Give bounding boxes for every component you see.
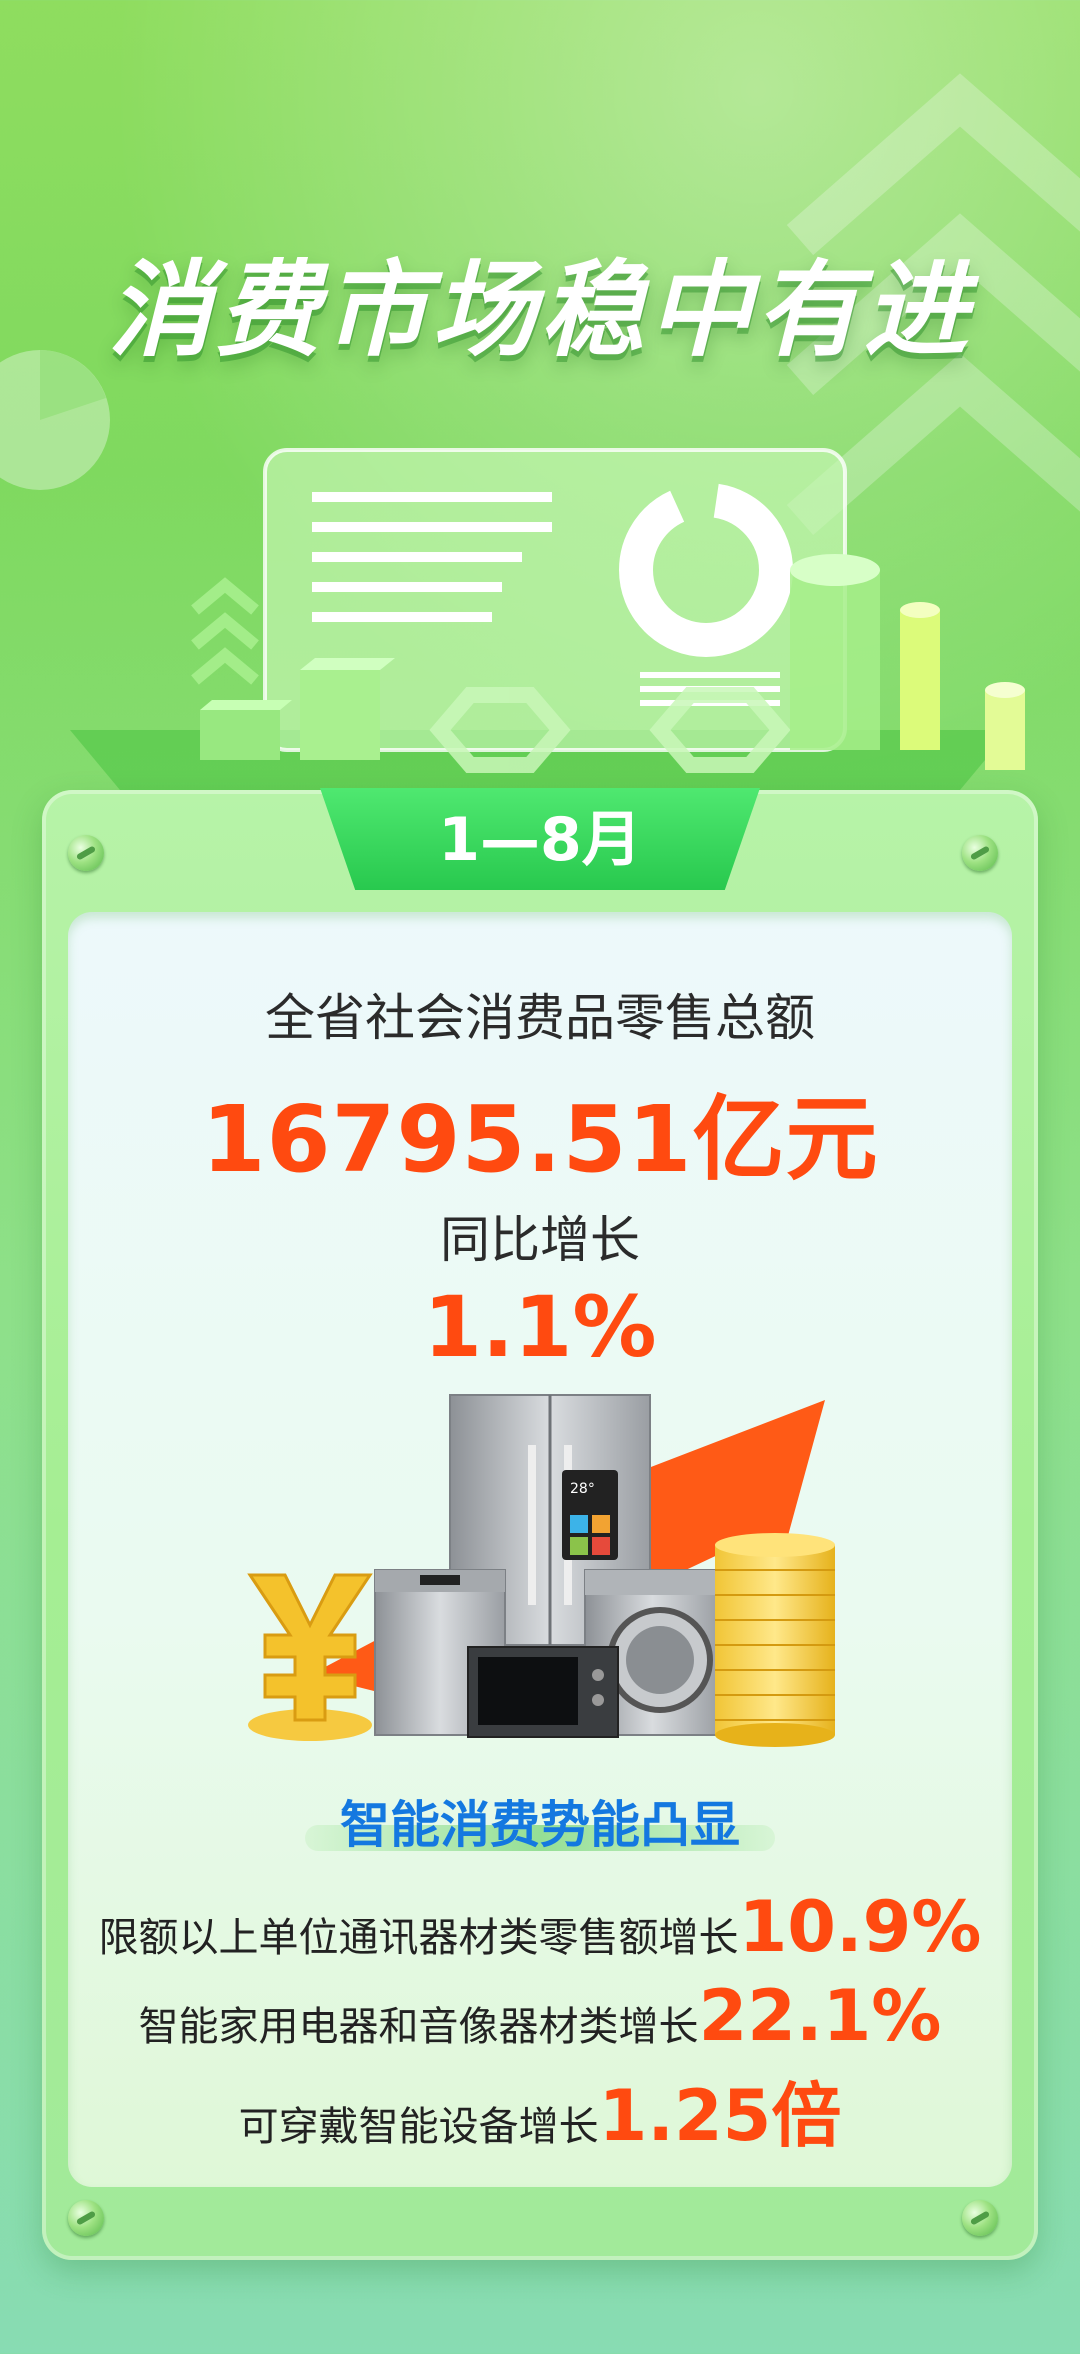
headline: 消费市场稳中有进 xyxy=(107,249,972,371)
stat-value: 22.1% xyxy=(698,1975,942,2057)
microwave-icon xyxy=(467,1646,619,1738)
stat-value: 1.25倍 xyxy=(598,2075,842,2157)
stat-row: 可穿戴智能设备增长1.25倍 xyxy=(68,2060,1012,2161)
screw-icon xyxy=(68,2200,104,2236)
yuan-icon xyxy=(247,1573,373,1741)
bar-chart-icon xyxy=(790,554,1025,770)
fridge-display-text: 28° xyxy=(570,1481,595,1497)
metric-label: 全省社会消费品零售总额 xyxy=(265,989,815,1047)
coin-stack-icon xyxy=(715,1533,835,1747)
growth-label: 同比增长 xyxy=(440,1211,640,1269)
stat-label: 智能家用电器和音像器材类增长 xyxy=(138,2004,699,2050)
period-tab-label: 1—8月 xyxy=(438,805,642,875)
stat-row: 限额以上单位通讯器材类零售额增长10.9% xyxy=(68,1886,1012,1968)
dashboard-illustration xyxy=(70,448,1025,790)
stat-row: 智能家用电器和音像器材类增长22.1% xyxy=(68,1975,1012,2057)
stat-label: 限额以上单位通讯器材类零售额增长 xyxy=(98,1915,739,1961)
screw-icon xyxy=(962,2200,998,2236)
screw-icon xyxy=(962,835,998,871)
stat-value: 10.9% xyxy=(738,1886,982,1968)
growth-value: 1.1% xyxy=(423,1278,657,1376)
appliances-illustration: 28° xyxy=(247,1394,835,1747)
screw-icon xyxy=(68,835,104,871)
section-title: 智能消费势能凸显 xyxy=(340,1796,740,1854)
stat-label: 可穿戴智能设备增长 xyxy=(238,2104,599,2150)
metric-value: 16795.51亿元 xyxy=(201,1086,879,1193)
